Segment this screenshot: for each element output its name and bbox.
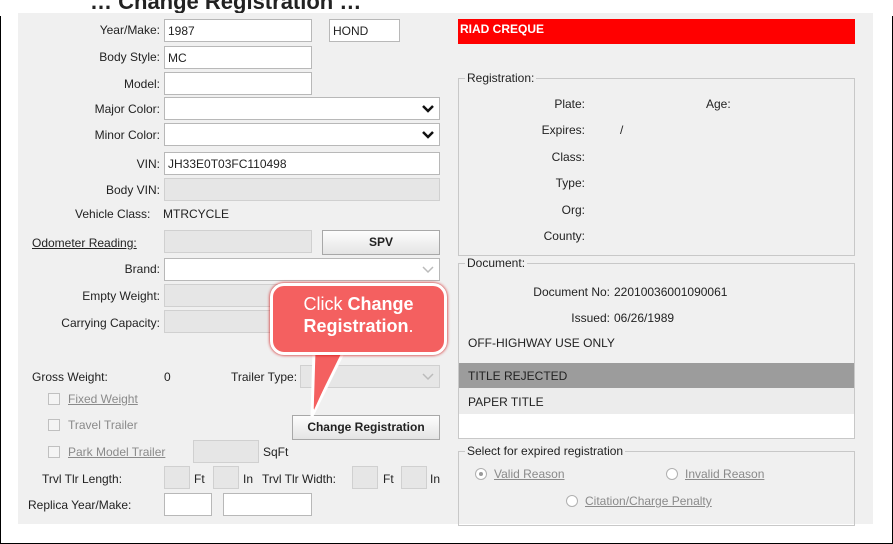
document-number-value: 22010036001090061 bbox=[614, 285, 728, 299]
brand-select[interactable] bbox=[164, 258, 440, 281]
document-note-row[interactable]: PAPER TITLE bbox=[459, 388, 854, 414]
vehicle-class-label: Vehicle Class: bbox=[75, 207, 151, 221]
travel-trailer-label: Travel Trailer bbox=[68, 418, 138, 432]
trvl-tlr-length-label: Trvl Tlr Length: bbox=[42, 472, 123, 486]
brand-label: Brand: bbox=[124, 262, 160, 276]
expires-value: / bbox=[620, 123, 624, 137]
gross-weight-label: Gross Weight: bbox=[32, 370, 108, 384]
county-label: County: bbox=[543, 229, 585, 243]
org-label: Org: bbox=[561, 203, 585, 217]
valid-reason-radio[interactable] bbox=[475, 468, 487, 480]
registration-group-title: Registration: bbox=[465, 71, 537, 85]
sqft-unit: SqFt bbox=[263, 445, 289, 459]
document-note: TITLE REJECTED bbox=[468, 369, 568, 383]
year-make-label: Year/Make: bbox=[99, 23, 160, 37]
trailer-type-label: Trailer Type: bbox=[231, 370, 298, 384]
fixed-weight-checkbox[interactable] bbox=[48, 393, 60, 405]
vin-input[interactable]: JH33E0T03FC110498 bbox=[164, 152, 440, 175]
callout-text-prefix: Click bbox=[303, 294, 348, 314]
issued-value: 06/26/1989 bbox=[614, 311, 675, 325]
park-model-trailer-checkbox[interactable] bbox=[48, 446, 60, 458]
park-model-trailer-label: Park Model Trailer bbox=[68, 445, 166, 459]
replica-year-input[interactable] bbox=[164, 493, 212, 516]
instruction-callout: Click Change Registration. bbox=[270, 283, 447, 355]
class-label: Class: bbox=[551, 150, 585, 164]
chevron-down-icon[interactable] bbox=[417, 98, 439, 119]
age-label: Age: bbox=[706, 97, 731, 111]
trvl-tlr-length-ft-input bbox=[164, 466, 190, 489]
trvl-tlr-width-in-input bbox=[401, 466, 427, 489]
model-label: Model: bbox=[123, 77, 160, 91]
chevron-down-icon[interactable] bbox=[417, 259, 439, 280]
citation-penalty-radio[interactable] bbox=[566, 495, 578, 507]
model-input[interactable] bbox=[164, 72, 312, 95]
major-color-select[interactable] bbox=[164, 97, 440, 120]
callout-text-suffix: . bbox=[408, 316, 414, 336]
odometer-label: Odometer Reading: bbox=[32, 236, 137, 250]
document-note: OFF-HIGHWAY USE ONLY bbox=[468, 336, 615, 350]
document-notes-empty-row bbox=[459, 414, 854, 438]
invalid-reason-radio[interactable] bbox=[666, 468, 678, 480]
invalid-reason-label: Invalid Reason bbox=[685, 467, 765, 481]
replica-year-make-label: Replica Year/Make: bbox=[28, 498, 132, 512]
document-note: PAPER TITLE bbox=[468, 395, 544, 409]
body-vin-label: Body VIN: bbox=[105, 183, 160, 197]
spv-button[interactable]: SPV bbox=[322, 230, 440, 255]
valid-reason-label: Valid Reason bbox=[494, 467, 565, 481]
gross-weight-value: 0 bbox=[164, 370, 171, 384]
body-style-input[interactable]: MC bbox=[164, 46, 312, 69]
expired-registration-group bbox=[458, 451, 855, 526]
minor-color-select[interactable] bbox=[164, 123, 440, 146]
length-ft-unit: Ft bbox=[194, 472, 205, 486]
chevron-down-icon bbox=[417, 366, 439, 387]
major-color-label: Major Color: bbox=[94, 102, 160, 116]
year-input[interactable]: 1987 bbox=[164, 19, 312, 42]
expired-registration-title: Select for expired registration bbox=[465, 444, 626, 458]
callout-pointer bbox=[310, 350, 347, 417]
length-in-unit: In bbox=[243, 472, 254, 486]
minor-color-label: Minor Color: bbox=[94, 128, 160, 142]
issued-label: Issued: bbox=[571, 311, 610, 325]
trvl-tlr-width-label: Trvl Tlr Width: bbox=[262, 472, 336, 486]
fixed-weight-label: Fixed Weight bbox=[68, 392, 138, 406]
body-style-label: Body Style: bbox=[99, 50, 160, 64]
travel-trailer-checkbox[interactable] bbox=[48, 419, 60, 431]
owner-name-banner: RIAD CREQUE bbox=[458, 19, 855, 44]
chevron-down-icon[interactable] bbox=[417, 124, 439, 145]
carrying-capacity-label: Carrying Capacity: bbox=[61, 316, 160, 330]
citation-penalty-label: Citation/Charge Penalty bbox=[585, 494, 712, 508]
replica-make-input[interactable] bbox=[223, 493, 312, 516]
width-ft-unit: Ft bbox=[383, 472, 394, 486]
odometer-input bbox=[164, 230, 312, 253]
callout-text-change: Change bbox=[347, 294, 414, 314]
document-note-row-selected[interactable]: TITLE REJECTED bbox=[459, 363, 854, 388]
document-group-title: Document: bbox=[465, 256, 528, 270]
make-input[interactable]: HOND bbox=[329, 19, 400, 42]
body-vin-input bbox=[164, 178, 440, 201]
empty-weight-label: Empty Weight: bbox=[82, 289, 160, 303]
plate-label: Plate: bbox=[554, 97, 585, 111]
document-number-label: Document No: bbox=[533, 285, 610, 299]
trvl-tlr-length-in-input bbox=[213, 466, 239, 489]
callout-text-registration: Registration bbox=[303, 316, 409, 336]
expires-label: Expires: bbox=[541, 123, 585, 137]
width-in-unit: In bbox=[430, 472, 441, 486]
park-model-sqft-input bbox=[193, 440, 259, 463]
trvl-tlr-width-ft-input bbox=[352, 466, 378, 489]
vin-label: VIN: bbox=[136, 157, 160, 171]
vehicle-class-value: MTRCYCLE bbox=[163, 207, 230, 221]
type-label: Type: bbox=[555, 176, 585, 190]
